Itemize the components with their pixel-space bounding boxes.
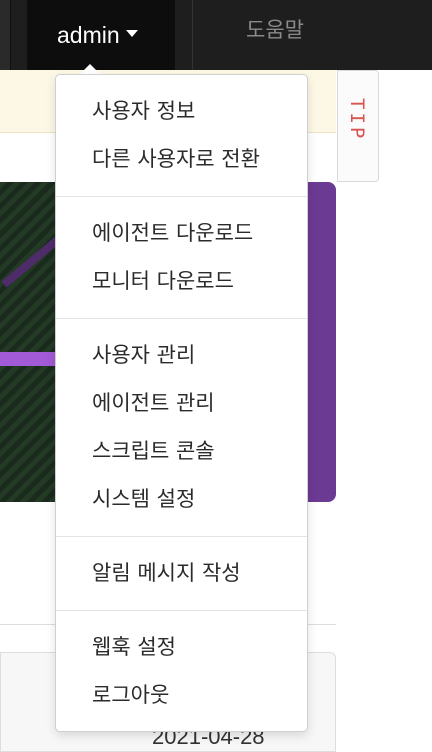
dropdown-arrow	[80, 64, 100, 74]
user-menu-label: admin	[57, 21, 120, 48]
navbar-divider	[192, 0, 193, 70]
top-navbar: admin 도움말	[0, 0, 432, 70]
help-nav-link[interactable]: 도움말	[210, 0, 340, 58]
menu-divider	[56, 610, 307, 611]
menu-divider	[56, 196, 307, 197]
menu-item-webhook-settings[interactable]: 웹훅 설정	[92, 622, 302, 670]
banner-stripe	[0, 352, 60, 366]
navbar-left-segment	[0, 0, 11, 70]
tip-label: TIP	[346, 98, 368, 142]
menu-item-agent-management[interactable]: 에이전트 관리	[92, 378, 302, 426]
menu-divider	[56, 318, 307, 319]
user-dropdown-menu: 사용자 정보 다른 사용자로 전환 에이전트 다운로드 모니터 다운로드 사용자…	[55, 74, 308, 732]
user-menu-toggle[interactable]: admin	[27, 0, 175, 70]
menu-item-user-info[interactable]: 사용자 정보	[92, 86, 302, 134]
menu-item-write-notice[interactable]: 알림 메시지 작성	[92, 548, 302, 596]
menu-item-system-settings[interactable]: 시스템 설정	[92, 474, 302, 522]
menu-item-logout[interactable]: 로그아웃	[92, 670, 302, 718]
menu-item-switch-user[interactable]: 다른 사용자로 전환	[92, 134, 302, 182]
caret-down-icon	[125, 30, 138, 37]
menu-item-agent-download[interactable]: 에이전트 다운로드	[92, 208, 302, 256]
help-nav-label: 도움말	[246, 18, 304, 42]
menu-item-monitor-download[interactable]: 모니터 다운로드	[92, 256, 302, 304]
menu-divider	[56, 536, 307, 537]
menu-item-script-console[interactable]: 스크립트 콘솔	[92, 426, 302, 474]
menu-item-user-management[interactable]: 사용자 관리	[92, 330, 302, 378]
